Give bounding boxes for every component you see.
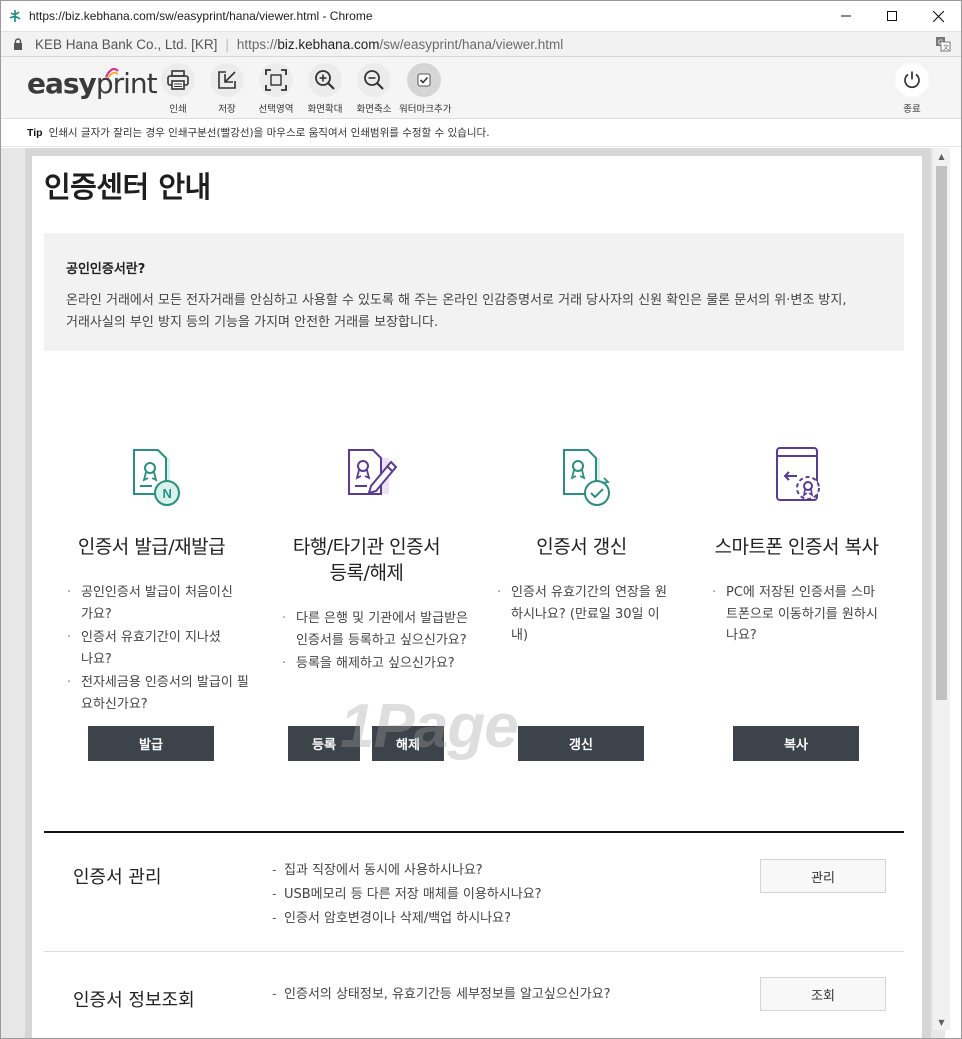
feature-copy: 스마트폰 인증서 복사 PC에 저장된 인증서를 스마트폰으로 이동하기를 원하… (689, 436, 904, 649)
list-item: 공인인증서 발급이 처음이신가요? (67, 582, 241, 625)
list-item: USB메모리 등 다른 저장 매체를 이용하시나요? (272, 883, 542, 907)
list-item: PC에 저장된 인증서를 스마트폰으로 이동하기를 원하시나요? (712, 582, 886, 647)
window-title: https://biz.kebhana.com/sw/easyprint/han… (29, 9, 373, 23)
select-area-label: 선택영역 (258, 104, 294, 115)
feature-issue-title: 인증서 발급/재발급 (77, 536, 226, 558)
list-item: 전자세금용 인증서의 발급이 필요하신가요? (67, 672, 256, 715)
list-item: 다른 은행 및 기관에서 발급받은 인증서를 등록하고 싶으신가요? (282, 608, 476, 651)
lookup-button[interactable]: 조회 (760, 977, 886, 1011)
feature-renew-title: 인증서 갱신 (536, 536, 627, 558)
add-watermark-button[interactable]: 워터마크추가 (399, 63, 452, 115)
select-area-button[interactable]: 선택영역 (251, 63, 301, 115)
translate-icon[interactable]: G文 (935, 36, 951, 52)
zoom-out-icon (364, 70, 384, 90)
certificate-info-box: 공인인증서란? 온라인 거래에서 모든 전자거래를 안심하고 사용할 수 있도록… (44, 233, 904, 351)
checkbox-icon (417, 73, 431, 87)
page-title: 인증센터 안내 (44, 170, 211, 204)
zoom-in-label: 화면확대 (307, 104, 343, 115)
smartphone-copy-icon (757, 436, 837, 516)
document-viewer: 인증센터 안내 공인인증서란? 온라인 거래에서 모든 전자거래를 안심하고 사… (1, 148, 945, 1038)
scroll-down-icon[interactable]: ▼ (933, 1014, 950, 1030)
cert-info-title: 인증서 정보조회 (73, 990, 195, 1011)
title-bar: https://biz.kebhana.com/sw/easyprint/han… (1, 1, 961, 31)
select-area-icon (265, 69, 287, 91)
feature-register-title: 타행/타기관 인증서 등록/해제 (292, 536, 441, 584)
scroll-up-icon[interactable]: ▲ (933, 148, 950, 164)
document-page: 인증센터 안내 공인인증서란? 온라인 거래에서 모든 전자거래를 안심하고 사… (32, 156, 922, 1038)
cert-management-list: 집과 직장에서 동시에 사용하시나요? USB메모리 등 다른 저장 매체를 이… (272, 859, 542, 931)
zoom-in-button[interactable]: 화면확대 (300, 63, 350, 115)
easyprint-logo: easyprint (27, 67, 158, 100)
exit-button[interactable]: 종료 (887, 63, 937, 115)
url-scheme[interactable]: https:// (237, 37, 278, 52)
info-body-line2: 거래사실의 부인 방지 등의 기능을 가지며 안전한 거래를 보장합니다. (66, 315, 439, 330)
list-item: 인증서 유효기간의 연장을 원하시나요? (만료일 30일 이내) (497, 582, 671, 647)
list-item: 등록을 해제하고 싶으신가요? (282, 653, 486, 675)
easyprint-toolbar: easyprint 인쇄 저장 선택영역 화면확대 화면축소 워터마크추가 종료 (1, 57, 961, 119)
browser-window: https://biz.kebhana.com/sw/easyprint/han… (0, 0, 962, 1039)
svg-text:文: 文 (943, 44, 949, 52)
feature-issue: N 인증서 발급/재발급 공인인증서 발급이 처음이신가요? 인증서 유효기간이… (44, 436, 259, 717)
certificate-renew-icon (542, 436, 622, 516)
feature-renew-list: 인증서 유효기간의 연장을 원하시나요? (만료일 30일 이내) (474, 582, 689, 647)
print-button[interactable]: 인쇄 (153, 63, 203, 115)
zoom-in-icon (315, 70, 335, 90)
logo-swoosh-icon (105, 67, 119, 79)
issue-button[interactable]: 발급 (88, 726, 214, 761)
row-divider (44, 951, 904, 952)
watermark: 1Page (340, 692, 519, 761)
feature-issue-list: 공인인증서 발급이 처음이신가요? 인증서 유효기간이 지나셨나요? 전자세금용… (44, 582, 259, 715)
tip-bar: Tip 인쇄시 글자가 잘리는 경우 인쇄구분선(빨강선)을 마우스로 움직여서… (1, 119, 961, 147)
certificate-new-icon: N (112, 436, 192, 516)
address-separator: | (225, 36, 229, 52)
cert-info-list: 인증서의 상태정보, 유효기간등 세부정보를 알고싶으신가요? (272, 983, 611, 1007)
info-body-line1: 온라인 거래에서 모든 전자거래를 안심하고 사용할 수 있도록 해 주는 온라… (66, 293, 847, 308)
info-heading: 공인인증서란? (66, 262, 146, 277)
feature-copy-list: PC에 저장된 인증서를 스마트폰으로 이동하기를 원하시나요? (689, 582, 904, 647)
section-divider (44, 831, 904, 833)
svg-text:N: N (162, 486, 171, 501)
copy-button[interactable]: 복사 (733, 726, 859, 761)
tip-text: 인쇄시 글자가 잘리는 경우 인쇄구분선(빨강선)을 마우스로 움직여서 인쇄범… (48, 127, 490, 139)
feature-renew: 인증서 갱신 인증서 유효기간의 연장을 원하시나요? (만료일 30일 이내) (474, 436, 689, 649)
hana-favicon-icon (7, 8, 23, 24)
list-item: 집과 직장에서 동시에 사용하시나요? (272, 859, 542, 883)
exit-label: 종료 (903, 104, 921, 115)
tip-prefix: Tip (27, 126, 43, 139)
list-item: 인증서 암호변경이나 삭제/백업 하시나요? (272, 907, 542, 931)
maximize-button[interactable] (869, 1, 915, 31)
print-label: 인쇄 (169, 104, 187, 115)
save-button[interactable]: 저장 (202, 63, 252, 115)
cert-management-title: 인증서 관리 (73, 867, 162, 888)
zoom-out-label: 화면축소 (356, 104, 392, 115)
site-organization[interactable]: KEB Hana Bank Co., Ltd. [KR] (35, 37, 217, 52)
certificate-edit-icon (327, 436, 407, 516)
address-bar[interactable]: KEB Hana Bank Co., Ltd. [KR] | https://b… (1, 31, 961, 57)
minimize-button[interactable] (823, 1, 869, 31)
renew-button[interactable]: 갱신 (518, 726, 644, 761)
manage-button[interactable]: 관리 (760, 859, 886, 893)
feature-register-list: 다른 은행 및 기관에서 발급받은 인증서를 등록하고 싶으신가요? 등록을 해… (259, 608, 474, 675)
close-button[interactable] (915, 1, 961, 31)
url-path[interactable]: /sw/easyprint/hana/viewer.html (379, 37, 563, 52)
cert-info-row: 인증서 정보조회 인증서의 상태정보, 유효기간등 세부정보를 알고싶으신가요?… (44, 976, 904, 1036)
vertical-scrollbar[interactable]: ▲ ▼ (933, 148, 950, 1030)
lock-icon[interactable] (13, 37, 25, 51)
add-watermark-label: 워터마크추가 (399, 104, 452, 115)
feature-copy-title: 스마트폰 인증서 복사 (714, 536, 879, 558)
page-frame: 인증센터 안내 공인인증서란? 온라인 거래에서 모든 전자거래를 안심하고 사… (25, 148, 931, 1038)
save-icon (218, 71, 236, 89)
feature-register: 타행/타기관 인증서등록/해제 다른 은행 및 기관에서 발급받은 인증서를 등… (259, 436, 474, 677)
zoom-out-button[interactable]: 화면축소 (349, 63, 399, 115)
cert-management-row: 인증서 관리 집과 직장에서 동시에 사용하시나요? USB메모리 등 다른 저… (44, 851, 904, 951)
printer-icon (167, 70, 189, 90)
scrollbar-thumb[interactable] (936, 166, 947, 700)
save-label: 저장 (218, 104, 236, 115)
list-item: 인증서의 상태정보, 유효기간등 세부정보를 알고싶으신가요? (272, 983, 611, 1007)
power-icon (904, 71, 920, 89)
list-item: 인증서 유효기간이 지나셨나요? (67, 627, 221, 670)
url-host[interactable]: biz.kebhana.com (277, 37, 379, 52)
